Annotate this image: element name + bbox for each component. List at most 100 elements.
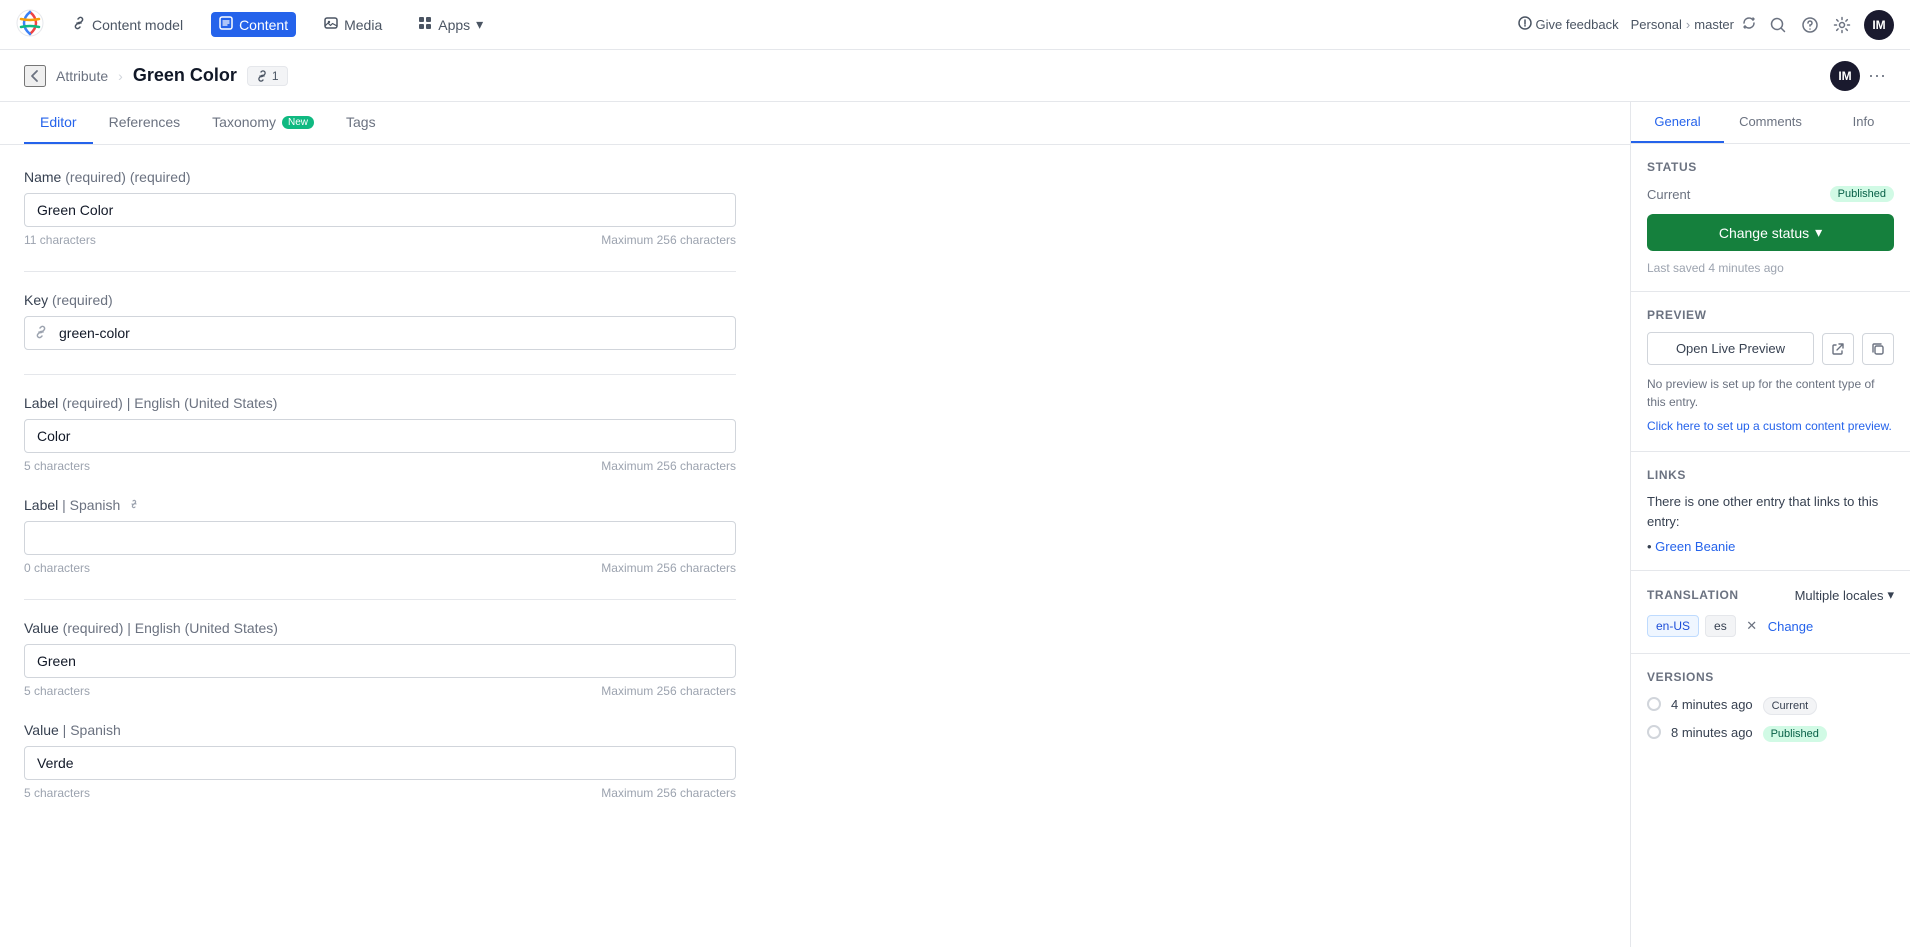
chevron-down-icon: ▾ xyxy=(1887,587,1894,603)
status-section: Status Current Published Change status ▾… xyxy=(1631,144,1910,292)
settings-icon[interactable] xyxy=(1832,15,1852,35)
label-es-input[interactable] xyxy=(24,521,736,555)
breadcrumb-separator: › xyxy=(118,68,123,84)
feedback-label: Give feedback xyxy=(1536,17,1619,32)
breadcrumb-bar: Attribute › Green Color 1 IM ··· xyxy=(0,50,1910,102)
top-navigation: Content model Content Media Apps ▾ xyxy=(0,0,1910,50)
chevron-down-icon: ▾ xyxy=(476,16,483,33)
nav-left: Content model Content Media Apps ▾ xyxy=(16,9,491,40)
app-logo[interactable] xyxy=(16,9,44,40)
locale-tag-en-us[interactable]: en-US xyxy=(1647,615,1699,637)
key-link-icon xyxy=(34,325,48,342)
preview-copy-button[interactable] xyxy=(1862,333,1894,365)
label-en-input[interactable] xyxy=(24,419,736,453)
value-en-char-count: 5 characters xyxy=(24,684,90,698)
translation-locales-dropdown[interactable]: Multiple locales ▾ xyxy=(1795,587,1894,603)
sidebar-tab-general[interactable]: General xyxy=(1631,102,1724,143)
value-es-input[interactable] xyxy=(24,746,736,780)
version-info-2: 8 minutes ago Published xyxy=(1671,724,1894,740)
nav-content-model-label: Content model xyxy=(92,17,183,33)
preview-setup-link[interactable]: Click here to set up a custom content pr… xyxy=(1647,417,1894,435)
status-badge: Published xyxy=(1830,186,1894,202)
preview-btn-label: Open Live Preview xyxy=(1676,341,1785,356)
preview-btn-row: Open Live Preview xyxy=(1647,332,1894,365)
value-en-input[interactable] xyxy=(24,644,736,678)
change-status-button[interactable]: Change status ▾ xyxy=(1647,214,1894,251)
linked-entry-item[interactable]: Green Beanie xyxy=(1647,539,1894,554)
content-area: Editor References Taxonomy New Tags Name… xyxy=(0,102,1630,947)
sidebar-tab-info[interactable]: Info xyxy=(1817,102,1910,143)
label-en-field-section: Label (required) | English (United State… xyxy=(24,395,736,473)
status-row: Current Published xyxy=(1647,186,1894,202)
label-en-max-chars: Maximum 256 characters xyxy=(601,459,736,473)
locale-change-link[interactable]: Change xyxy=(1768,619,1814,634)
open-live-preview-button[interactable]: Open Live Preview xyxy=(1647,332,1814,365)
form-content: Name (required) (required) 11 characters… xyxy=(0,145,760,848)
chevron-down-icon: ▾ xyxy=(1815,224,1822,241)
search-icon[interactable] xyxy=(1768,15,1788,35)
version-badge-current: Current xyxy=(1763,697,1818,715)
sidebar-tab-comments-label: Comments xyxy=(1739,114,1802,129)
tab-references[interactable]: References xyxy=(93,102,197,144)
version-time-1: 4 minutes ago xyxy=(1671,697,1753,712)
give-feedback-link[interactable]: Give feedback xyxy=(1518,16,1619,33)
help-icon[interactable] xyxy=(1800,15,1820,35)
change-status-label: Change status xyxy=(1719,225,1809,241)
sidebar-tab-comments[interactable]: Comments xyxy=(1724,102,1817,143)
tab-tags-label: Tags xyxy=(346,114,376,130)
version-item-2: 8 minutes ago Published xyxy=(1647,724,1894,740)
preview-section: Preview Open Live Preview No preview is … xyxy=(1631,292,1910,452)
locale-link-icon xyxy=(128,497,140,513)
preview-external-link-button[interactable] xyxy=(1822,333,1854,365)
key-input[interactable] xyxy=(24,316,736,350)
media-icon xyxy=(324,16,338,33)
links-title: Links xyxy=(1647,468,1894,482)
entry-avatar-initials: IM xyxy=(1838,69,1851,83)
value-es-char-count: 5 characters xyxy=(24,786,90,800)
divider-2 xyxy=(24,374,736,375)
value-en-field-label: Value (required) | English (United State… xyxy=(24,620,736,636)
name-input[interactable] xyxy=(24,193,736,227)
name-field-label: Name (required) (required) xyxy=(24,169,736,185)
tab-editor[interactable]: Editor xyxy=(24,102,93,144)
name-field-meta: 11 characters Maximum 256 characters xyxy=(24,233,736,247)
env-personal: Personal xyxy=(1631,17,1682,32)
label-es-char-count: 0 characters xyxy=(24,561,90,575)
name-max-chars: Maximum 256 characters xyxy=(601,233,736,247)
version-badge-published: Published xyxy=(1763,726,1827,742)
main-layout: Editor References Taxonomy New Tags Name… xyxy=(0,102,1910,947)
translation-header: Translation Multiple locales ▾ xyxy=(1647,587,1894,603)
label-es-field-section: Label | Spanish 0 characters Maximum 256… xyxy=(24,497,736,575)
locale-tag-es[interactable]: es xyxy=(1705,615,1736,637)
name-field-section: Name (required) (required) 11 characters… xyxy=(24,169,736,247)
tab-taxonomy[interactable]: Taxonomy New xyxy=(196,102,330,144)
nav-content-model[interactable]: Content model xyxy=(64,12,191,37)
entry-avatar[interactable]: IM xyxy=(1830,61,1860,91)
taxonomy-badge: New xyxy=(282,116,314,129)
nav-apps[interactable]: Apps ▾ xyxy=(410,12,491,37)
versions-section: Versions 4 minutes ago Current 8 minutes… xyxy=(1631,654,1910,768)
tab-taxonomy-label: Taxonomy xyxy=(212,114,276,130)
nav-content[interactable]: Content xyxy=(211,12,296,37)
value-es-field-meta: 5 characters Maximum 256 characters xyxy=(24,786,736,800)
apps-icon xyxy=(418,16,432,33)
ellipsis-icon: ··· xyxy=(1868,65,1886,85)
name-required: (required) xyxy=(65,169,126,185)
divider-1 xyxy=(24,271,736,272)
breadcrumb-right: IM ··· xyxy=(1830,61,1886,91)
avatar[interactable]: IM xyxy=(1864,10,1894,40)
content-tabs: Editor References Taxonomy New Tags xyxy=(0,102,1630,145)
more-options-button[interactable]: ··· xyxy=(1868,65,1886,86)
sidebar-tabs: General Comments Info xyxy=(1631,102,1910,144)
tab-tags[interactable]: Tags xyxy=(330,102,392,144)
locale-remove-button[interactable]: ✕ xyxy=(1742,616,1762,636)
version-radio-2[interactable] xyxy=(1647,725,1661,739)
nav-media[interactable]: Media xyxy=(316,12,390,37)
version-radio-1[interactable] xyxy=(1647,697,1661,711)
nav-right: Give feedback Personal › master IM xyxy=(1518,10,1895,40)
version-time-2: 8 minutes ago xyxy=(1671,725,1753,740)
link-badge[interactable]: 1 xyxy=(247,66,288,86)
back-button[interactable] xyxy=(24,65,46,87)
environment-nav: Personal › master xyxy=(1631,16,1756,33)
value-es-field-label: Value | Spanish xyxy=(24,722,736,738)
